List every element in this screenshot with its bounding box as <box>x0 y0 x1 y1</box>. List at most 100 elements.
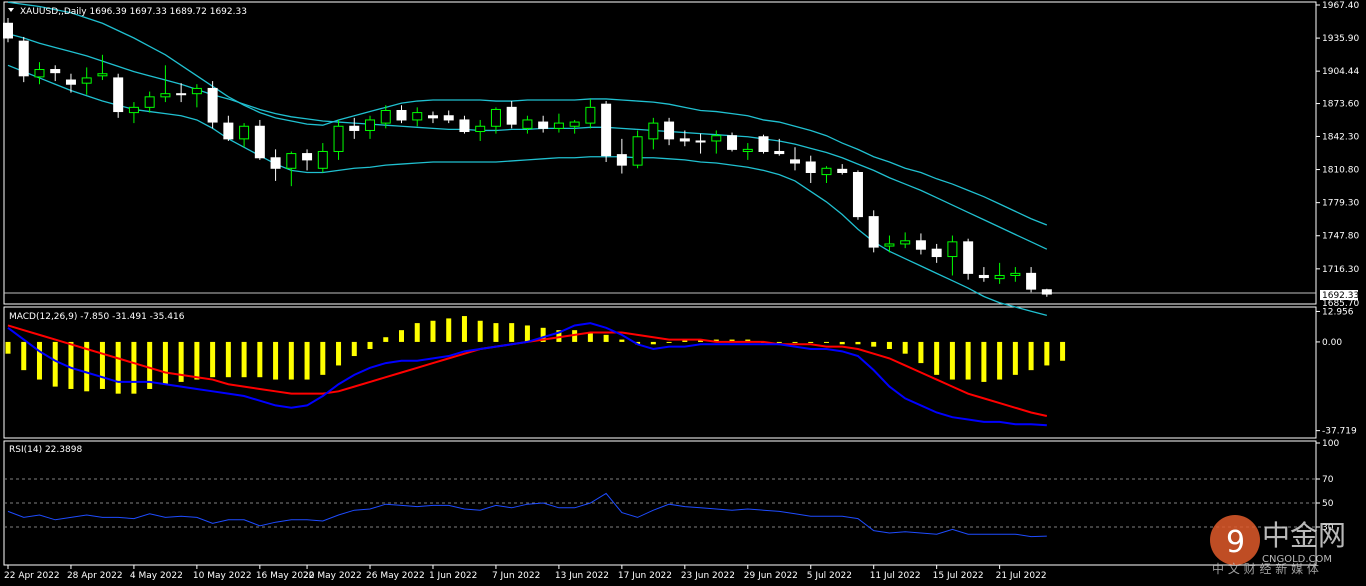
price-tick-label: 1810.80 <box>1322 166 1359 176</box>
candle-body <box>302 153 313 161</box>
candle-body <box>664 121 675 140</box>
candle-body <box>506 106 517 125</box>
candle-body <box>412 112 423 121</box>
date-tick-label: 10 May 2022 <box>193 571 252 581</box>
macd-histogram-bar <box>131 341 137 394</box>
macd-histogram-bar <box>981 341 987 382</box>
macd-histogram-bar <box>288 341 294 380</box>
macd-pane[interactable]: 12.9560.00-37.719 <box>5 307 1358 437</box>
macd-histogram-bar <box>5 341 11 354</box>
rsi-tick-label: 70 <box>1322 475 1334 485</box>
macd-histogram-bar <box>587 332 593 342</box>
candle-body <box>128 106 139 114</box>
date-tick-label: 1 Jun 2022 <box>429 571 477 581</box>
candle-body <box>18 40 29 77</box>
macd-histogram-bar <box>619 339 625 342</box>
candle-body <box>711 135 722 142</box>
macd-tick-label: 0.00 <box>1322 338 1342 348</box>
macd-histogram-bar <box>461 316 467 342</box>
candle-body <box>821 167 832 176</box>
macd-histogram-bar <box>367 341 373 349</box>
price-axis-low-label: 1685.70 <box>1322 299 1359 309</box>
macd-histogram-bar <box>210 341 216 378</box>
date-tick-label: 17 Jun 2022 <box>618 571 672 581</box>
candle-body <box>317 150 328 169</box>
macd-histogram-bar <box>446 318 452 342</box>
candle-body <box>207 87 218 123</box>
candle-body <box>490 108 501 127</box>
candle-body <box>742 148 753 152</box>
candle-body <box>223 122 234 140</box>
price-tick-label: 1842.30 <box>1322 132 1359 142</box>
macd-histogram-bar <box>336 341 342 366</box>
macd-histogram-bar <box>997 341 1003 380</box>
bollinger-lower <box>7 64 1048 317</box>
candle-body <box>900 240 911 245</box>
date-tick-label: 26 May 2022 <box>366 571 425 581</box>
macd-histogram-bar <box>650 341 656 345</box>
candle-body <box>34 69 45 78</box>
macd-histogram-bar <box>304 341 310 380</box>
date-tick-label: 13 Jun 2022 <box>555 571 609 581</box>
macd-histogram-bar <box>477 320 483 342</box>
date-tick-label: 15 Jul 2022 <box>933 571 984 581</box>
macd-histogram-bar <box>493 323 499 342</box>
candle-body <box>1010 272 1021 276</box>
candle-body <box>963 241 974 274</box>
candle-body <box>144 96 155 108</box>
candle-body <box>915 240 926 250</box>
candle-body <box>270 157 281 169</box>
candle-body <box>585 106 596 124</box>
candle-body <box>648 122 659 140</box>
candle-body <box>97 73 108 77</box>
candle-body <box>931 248 942 258</box>
macd-histogram-bar <box>383 337 389 342</box>
watermark: 9 中金网 CNGOLD.COM 中 文 财 经 新 媒 体 <box>1210 515 1346 576</box>
macd-histogram-bar <box>36 341 42 380</box>
pane-frames <box>3 1 1317 566</box>
macd-histogram-bar <box>509 323 515 342</box>
macd-histogram-bar <box>1028 341 1034 371</box>
date-tick-label: 21 Jul 2022 <box>996 571 1047 581</box>
candle-body <box>994 274 1005 280</box>
macd-histogram-bar <box>871 341 877 347</box>
candle-body <box>65 79 76 85</box>
candle-body <box>616 154 627 166</box>
candle-body <box>443 115 454 121</box>
date-tick-label: 5 Jul 2022 <box>807 571 852 581</box>
candle-body <box>333 125 344 152</box>
macd-histogram-bar <box>808 341 814 343</box>
trading-chart[interactable]: 1967.40 1935.90 1904.44 1873.60 1842.30 1810.… <box>0 0 1366 586</box>
candle-body <box>81 77 92 84</box>
price-tick-label: 1716.30 <box>1322 265 1359 275</box>
candle-body <box>3 22 13 39</box>
candle-body <box>113 77 124 113</box>
macd-header: MACD(12,26,9) -7.850 -31.491 -35.416 <box>9 312 185 322</box>
date-tick-label: 11 Jul 2022 <box>870 571 921 581</box>
pane-border-main <box>3 1 1317 305</box>
candle-body <box>254 125 265 159</box>
macd-histogram-bar <box>194 341 200 380</box>
candle-body <box>522 119 533 129</box>
rsi-line <box>7 492 1047 538</box>
date-tick-label: 22 Apr 2022 <box>4 571 60 581</box>
rsi-pane[interactable]: 100705030 <box>4 439 1339 538</box>
candle-body <box>160 93 171 98</box>
collapse-arrow-icon[interactable] <box>8 8 14 12</box>
macd-histogram-bar <box>855 341 861 345</box>
macd-histogram-bar <box>1012 341 1018 375</box>
main-pane[interactable]: 1967.40 1935.90 1904.44 1873.60 1842.30 1810.… <box>3 1 1360 317</box>
price-tick-label: 1873.60 <box>1322 100 1359 110</box>
main-header: XAUUSD,,Daily 1696.39 1697.33 1689.72 16… <box>20 7 247 17</box>
macd-histogram-bar <box>52 341 58 387</box>
watermark-tagline: 中 文 财 经 新 媒 体 <box>1212 561 1319 576</box>
date-axis: 22 Apr 2022 28 Apr 2022 4 May 2022 10 May 2… <box>4 565 1047 581</box>
macd-histogram-bar <box>99 341 105 389</box>
macd-histogram-bar <box>792 341 798 343</box>
macd-histogram-bar <box>399 330 404 342</box>
macd-histogram-bar <box>351 341 357 357</box>
macd-histogram-bar <box>162 341 168 385</box>
date-tick-label: 28 Apr 2022 <box>67 571 123 581</box>
price-tick-label: 1935.90 <box>1322 34 1359 44</box>
candle-body <box>852 171 863 218</box>
